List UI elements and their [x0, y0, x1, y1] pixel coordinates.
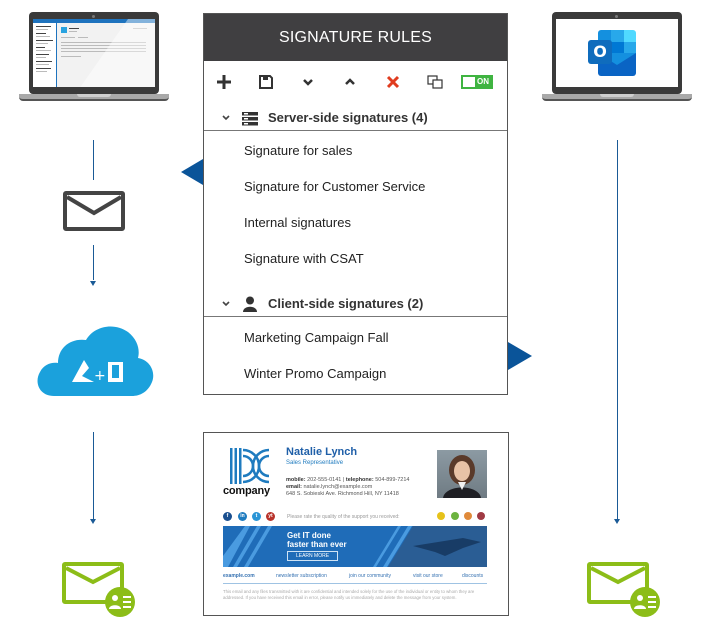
envelope-icon	[63, 191, 125, 231]
linkedin-icon[interactable]: in	[238, 512, 247, 521]
close-icon	[386, 75, 400, 89]
banner-title: Get IT done faster than ever	[287, 531, 347, 549]
rule-item[interactable]: Winter Promo Campaign	[244, 366, 386, 381]
connector-line	[93, 140, 94, 180]
rating-prompt: Please rate the quality of the support y…	[287, 514, 400, 520]
save-icon	[259, 75, 273, 89]
twitter-icon[interactable]: t	[252, 512, 261, 521]
promo-banner[interactable]: Get IT done faster than ever LEARN MORE	[223, 526, 487, 567]
rating-face-great-icon[interactable]	[437, 512, 445, 520]
connector-line	[617, 140, 618, 520]
toggle-label: ON	[477, 77, 489, 86]
duplicate-button[interactable]	[423, 70, 447, 94]
divider	[223, 583, 487, 584]
email-with-signature-icon	[587, 562, 667, 617]
chevron-down-icon	[303, 79, 313, 86]
link-discounts[interactable]: discounts	[462, 573, 483, 579]
email-label: email:	[286, 484, 302, 490]
address-line: 648 S. Sobieski Ave. Richmond Hill, NY 1…	[286, 491, 399, 497]
rules-toggle[interactable]: ON	[461, 75, 493, 89]
connector-line	[93, 432, 94, 520]
mobile-value: 202-555-0141	[307, 477, 342, 483]
chevron-up-icon	[345, 78, 355, 85]
profile-photo	[437, 450, 487, 498]
rule-item[interactable]: Marketing Campaign Fall	[244, 330, 389, 345]
mail-client-screen	[33, 19, 155, 87]
rule-item[interactable]: Internal signatures	[244, 215, 351, 230]
move-down-button[interactable]	[296, 70, 320, 94]
delete-button[interactable]	[381, 70, 405, 94]
server-icon	[242, 112, 258, 126]
chevron-down-icon[interactable]	[221, 112, 231, 122]
rule-item[interactable]: Signature for Customer Service	[244, 179, 425, 194]
group-title: Client-side signatures (2)	[268, 296, 424, 311]
outlook-laptop: O	[542, 0, 692, 101]
signature-preview: company Natalie Lynch Sales Representati…	[203, 432, 509, 616]
plus-text: +	[94, 368, 106, 384]
telephone-label: telephone:	[345, 477, 374, 483]
signature-name: Natalie Lynch	[286, 446, 358, 458]
arrow-down-icon	[90, 519, 96, 524]
disclaimer: This email and any files transmitted wit…	[223, 589, 475, 600]
signature-links: example.com newsletter subscription join…	[223, 573, 487, 581]
group-header-server-side[interactable]: Server-side signatures (4)	[204, 109, 507, 131]
group-title: Server-side signatures (4)	[268, 110, 428, 125]
arrow-right-icon	[508, 342, 532, 370]
connector-line	[93, 245, 94, 280]
company-name: company	[223, 485, 270, 497]
add-icon	[217, 75, 231, 89]
arrow-down-icon	[90, 281, 96, 286]
email-value[interactable]: natalie.lynch@example.com	[303, 484, 372, 490]
chevron-down-icon[interactable]	[221, 298, 231, 308]
facebook-icon[interactable]: f	[223, 512, 232, 521]
signature-rules-panel: SIGNATURE RULES ON Server-side signature…	[203, 13, 508, 395]
copy-icon	[427, 75, 443, 89]
link-community[interactable]: join our community	[349, 573, 391, 579]
separator: |	[342, 477, 345, 483]
mobile-label: mobile:	[286, 477, 306, 483]
telephone-value: 504-899-7214	[375, 477, 410, 483]
move-up-button[interactable]	[338, 70, 362, 94]
link-store[interactable]: visit our store	[413, 573, 443, 579]
outlook-screen: O	[556, 19, 678, 87]
signature-role: Sales Representative	[286, 460, 344, 466]
learn-more-button[interactable]: LEARN MORE	[287, 551, 338, 561]
youtube-icon[interactable]: yt	[266, 512, 275, 521]
save-button[interactable]	[254, 70, 278, 94]
link-newsletter[interactable]: newsletter subscription	[276, 573, 327, 579]
toolbar: ON	[204, 70, 507, 94]
add-button[interactable]	[212, 70, 236, 94]
phone-line: mobile: 202-555-0141 | telephone: 504-89…	[286, 477, 409, 483]
company-logo-icon	[230, 448, 270, 484]
link-website[interactable]: example.com	[223, 573, 255, 579]
email-with-signature-icon	[62, 562, 142, 617]
web-mail-laptop	[19, 0, 169, 101]
group-header-client-side[interactable]: Client-side signatures (2)	[204, 295, 507, 317]
user-icon	[243, 296, 257, 312]
rule-item[interactable]: Signature for sales	[244, 143, 352, 158]
panel-title: SIGNATURE RULES	[204, 14, 507, 61]
email-line: email: natalie.lynch@example.com	[286, 484, 372, 490]
arrow-down-icon	[614, 519, 620, 524]
rating-face-ok-icon[interactable]	[464, 512, 472, 520]
outlook-o-icon: O	[588, 40, 612, 64]
rating-face-good-icon[interactable]	[451, 512, 459, 520]
rule-item[interactable]: Signature with CSAT	[244, 251, 364, 266]
azure-office365-cloud-icon: +	[34, 322, 156, 398]
arrow-left-icon	[181, 159, 203, 185]
rating-face-bad-icon[interactable]	[477, 512, 485, 520]
